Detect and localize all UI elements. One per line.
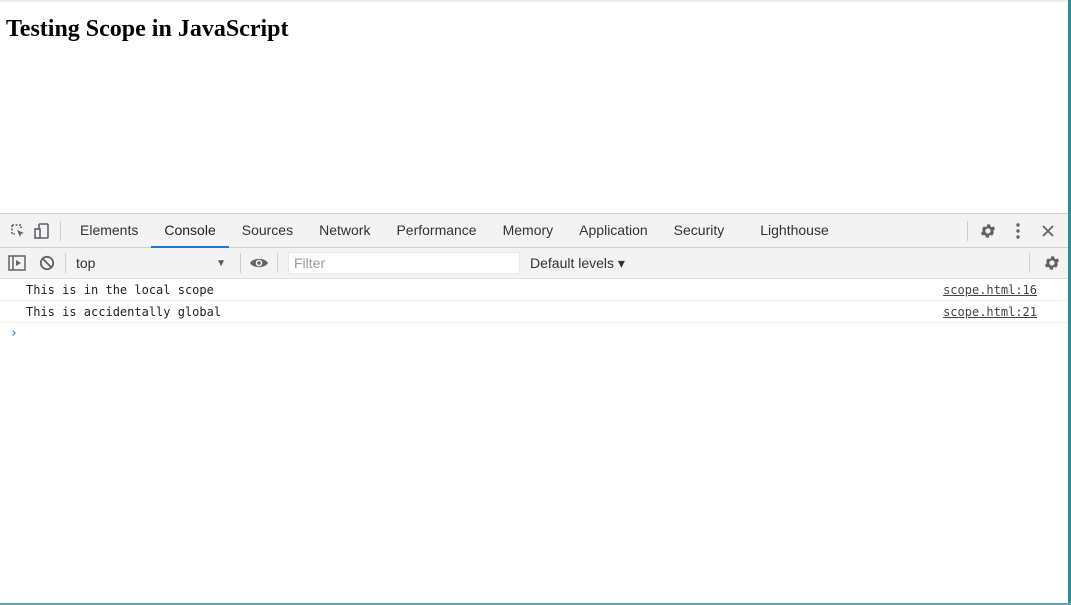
page-heading: Testing Scope in JavaScript: [6, 16, 289, 42]
dropdown-arrow-icon: ▼: [216, 257, 226, 269]
console-message-text: This is in the local scope: [26, 282, 214, 297]
tab-network[interactable]: Network: [306, 214, 383, 247]
separator: [240, 253, 241, 273]
inspect-element-icon[interactable]: [6, 219, 30, 243]
context-value: top: [76, 255, 96, 271]
context-selector[interactable]: top ▼: [72, 255, 234, 271]
filter-placeholder: Filter: [294, 255, 326, 271]
log-levels-dropdown[interactable]: Default levels ▾: [530, 255, 625, 272]
tab-lighthouse[interactable]: Lighthouse: [747, 214, 842, 247]
console-message: This is accidentally global scope.html:2…: [0, 301, 1068, 323]
tab-elements[interactable]: Elements: [67, 214, 151, 247]
prompt-chevron-icon: ›: [10, 326, 18, 341]
page-content: Testing Scope in JavaScript: [0, 0, 1068, 215]
devtools-panel: Elements Console Sources Network Performance…: [0, 213, 1068, 603]
devtools-tabbar: Elements Console Sources Network Performance…: [0, 213, 1068, 248]
console-source-link[interactable]: scope.html:21: [943, 305, 1037, 319]
separator: [60, 220, 61, 241]
console-output: This is in the local scope scope.html:16…: [0, 279, 1068, 344]
console-settings-gear-icon[interactable]: [1040, 251, 1064, 275]
more-options-icon[interactable]: [1006, 219, 1030, 243]
tab-list: Elements Console Sources Network Performance…: [67, 214, 842, 248]
separator: [277, 253, 278, 273]
tab-sources[interactable]: Sources: [229, 214, 306, 247]
tab-memory[interactable]: Memory: [490, 214, 567, 247]
clear-console-icon[interactable]: [35, 251, 59, 275]
tab-console[interactable]: Console: [151, 214, 230, 248]
settings-gear-icon[interactable]: [976, 219, 1000, 243]
console-prompt[interactable]: ›: [0, 323, 1068, 344]
tab-security[interactable]: Security: [661, 214, 738, 247]
console-message: This is in the local scope scope.html:16: [0, 279, 1068, 301]
tab-application[interactable]: Application: [566, 214, 661, 247]
device-toolbar-icon[interactable]: [30, 219, 54, 243]
console-toolbar: top ▼ Filter Default levels ▾: [0, 248, 1068, 279]
separator: [65, 253, 66, 273]
separator: [967, 220, 968, 241]
tab-performance[interactable]: Performance: [383, 214, 489, 247]
close-icon[interactable]: [1036, 219, 1060, 243]
show-sidebar-icon[interactable]: [5, 251, 29, 275]
console-source-link[interactable]: scope.html:16: [943, 283, 1037, 297]
live-expression-eye-icon[interactable]: [247, 251, 271, 275]
separator: [1029, 253, 1030, 273]
console-message-text: This is accidentally global: [26, 304, 222, 319]
filter-input[interactable]: Filter: [288, 252, 520, 274]
